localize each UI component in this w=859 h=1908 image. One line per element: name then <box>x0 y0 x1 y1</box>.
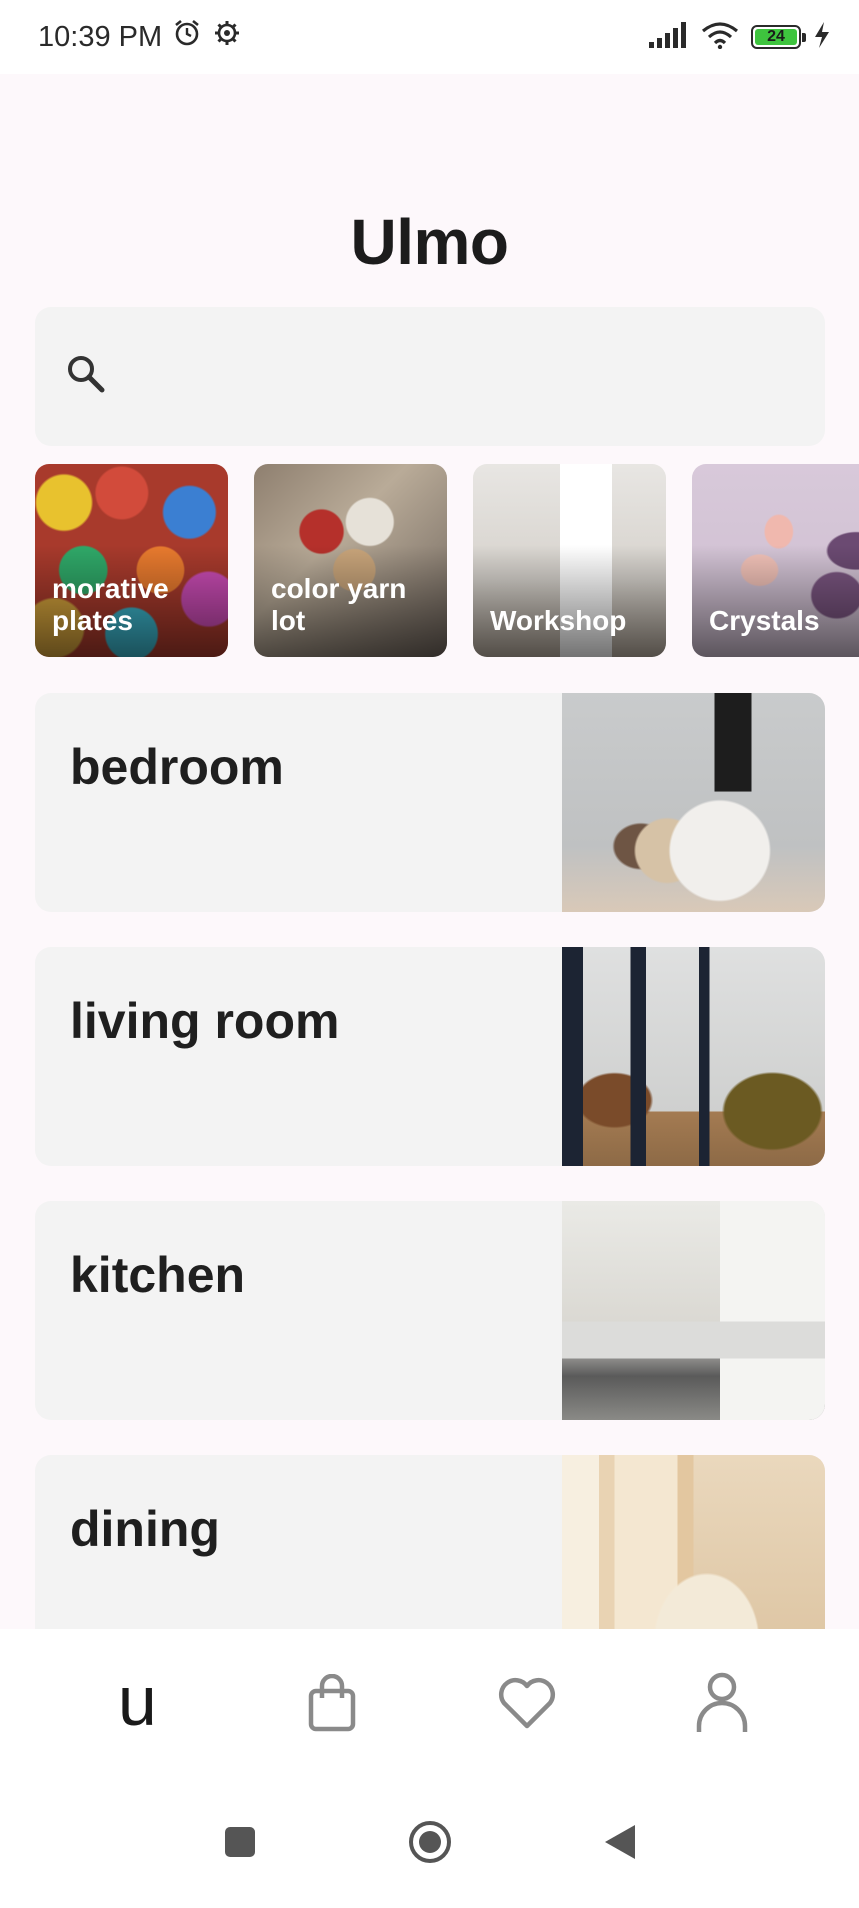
room-card-kitchen[interactable]: kitchen <box>35 1201 825 1420</box>
category-label: Crystals <box>709 604 820 636</box>
room-title: kitchen <box>70 1247 246 1303</box>
status-bar: 10:39 PM 24 <box>0 0 859 74</box>
nav-home[interactable]: u <box>82 1650 192 1760</box>
room-image-kitchen <box>562 1201 825 1420</box>
category-card-yarn[interactable]: color yarn lot <box>254 464 447 657</box>
app-title: Ulmo <box>350 206 510 278</box>
recents-button[interactable] <box>223 1825 257 1864</box>
home-logo: u <box>117 1662 157 1740</box>
category-label: color yarn lot <box>271 572 407 636</box>
room-card-dining[interactable]: dining <box>35 1455 825 1629</box>
room-image-bedroom <box>562 693 825 912</box>
room-card-living-room[interactable]: living room <box>35 947 825 1166</box>
status-left: 10:39 PM <box>38 18 242 56</box>
nav-cart[interactable] <box>277 1650 387 1760</box>
search-icon <box>65 353 107 400</box>
nav-profile[interactable] <box>667 1650 777 1760</box>
room-title: bedroom <box>70 739 284 795</box>
card-shade <box>692 545 859 657</box>
alarm-icon <box>172 18 202 56</box>
room-title: dining <box>70 1501 220 1557</box>
status-time: 10:39 PM <box>38 20 163 53</box>
search-bar[interactable] <box>35 307 825 446</box>
room-image-living-room <box>562 947 825 1166</box>
settings-icon <box>212 18 242 56</box>
search-input[interactable] <box>107 307 825 446</box>
signal-icon <box>649 21 689 53</box>
profile-icon <box>695 1672 749 1739</box>
bottom-nav: u <box>0 1629 859 1781</box>
category-label: morative plates <box>52 572 169 636</box>
bag-icon <box>307 1673 357 1737</box>
back-button[interactable] <box>603 1823 637 1866</box>
status-right: 24 <box>649 21 831 54</box>
heart-icon <box>496 1676 558 1735</box>
battery-level: 24 <box>755 28 797 45</box>
room-list[interactable]: bedroom living room kitchen dining <box>35 693 825 1629</box>
category-card-workshop[interactable]: Workshop <box>473 464 666 657</box>
room-image-dining <box>562 1455 825 1629</box>
room-card-bedroom[interactable]: bedroom <box>35 693 825 912</box>
wifi-icon <box>701 21 739 54</box>
category-card-crystals[interactable]: Crystals <box>692 464 859 657</box>
system-nav-bar <box>0 1781 859 1908</box>
category-label: Workshop <box>490 604 627 636</box>
category-card-plates[interactable]: morative plates <box>35 464 228 657</box>
battery-icon: 24 <box>751 25 806 49</box>
room-title: living room <box>70 993 340 1049</box>
nav-favorites[interactable] <box>472 1650 582 1760</box>
charging-icon <box>813 21 831 54</box>
home-button[interactable] <box>407 1819 453 1870</box>
card-shade <box>473 545 666 657</box>
category-carousel[interactable]: morative plates color yarn lot Workshop … <box>35 464 859 657</box>
